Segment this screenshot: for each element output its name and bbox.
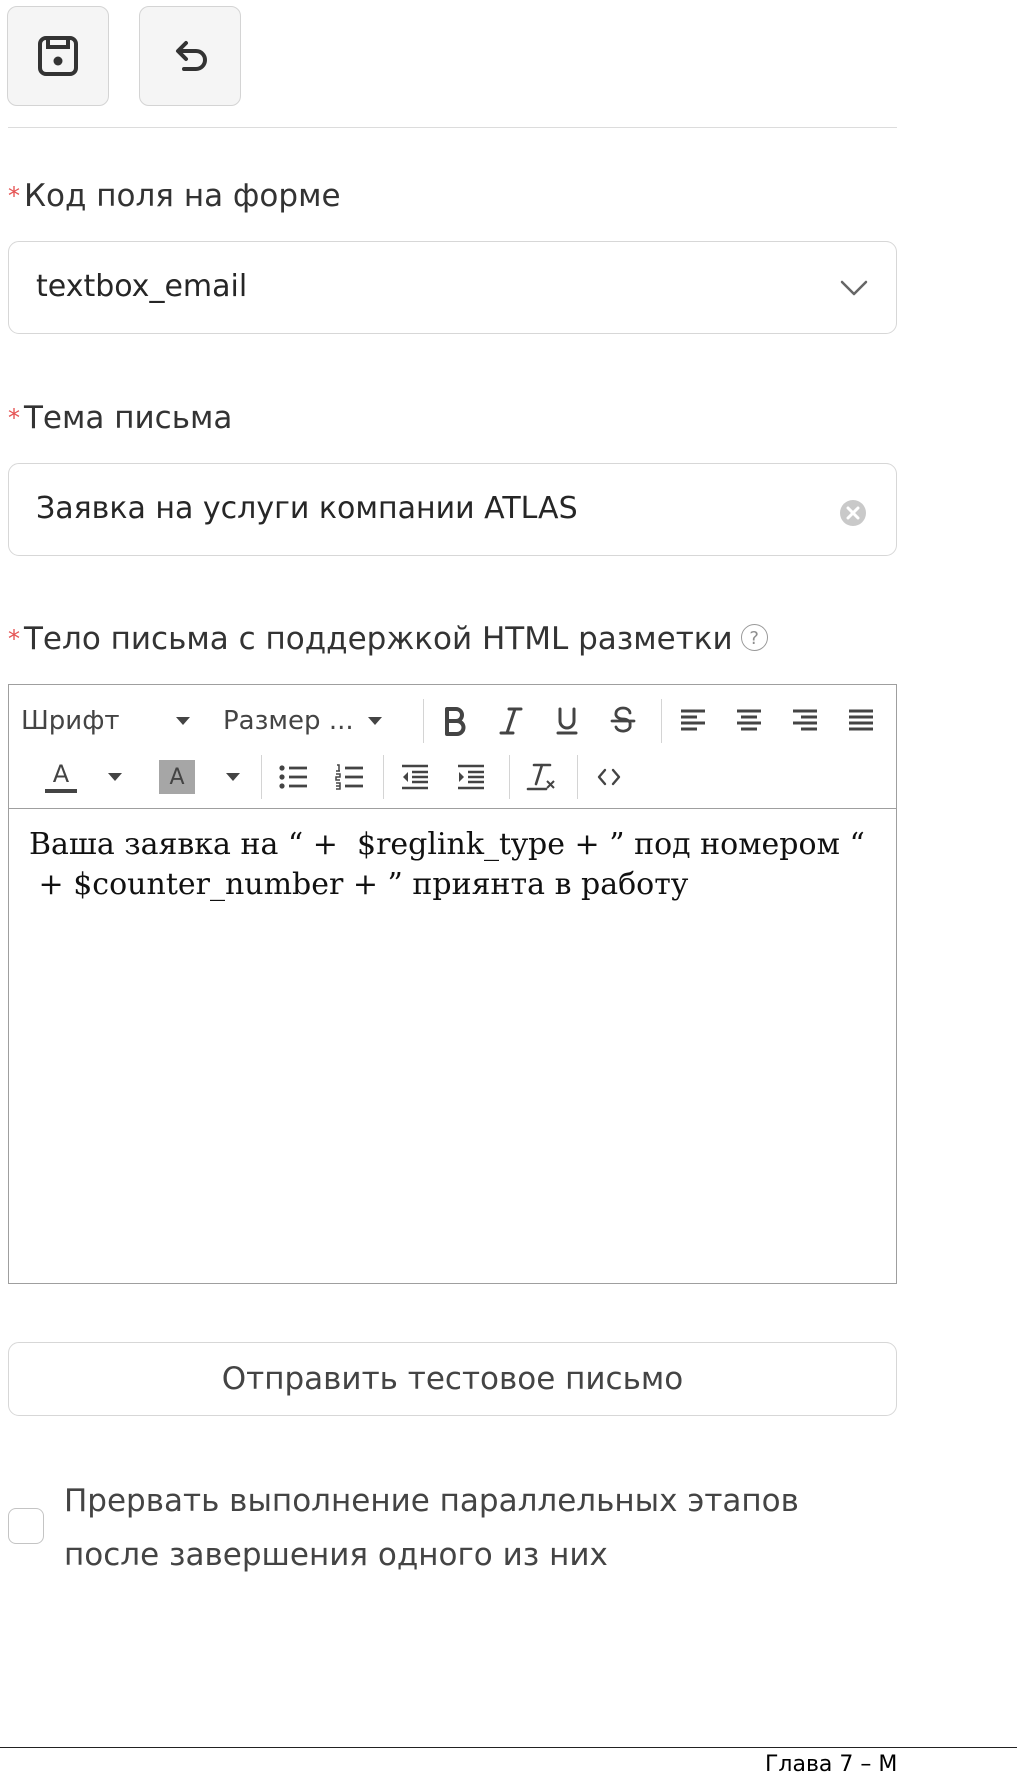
source-code-button[interactable] [587,749,631,805]
save-button[interactable] [7,6,109,106]
align-justify-button[interactable] [839,693,883,749]
chapter-caption: Глава 7 – М [765,1752,898,1777]
background-color-icon: A [159,760,195,794]
toolbar-separator [509,755,510,799]
text-color-button[interactable]: A [39,749,83,805]
field-code-label: * Код поля на форме [8,178,341,214]
send-test-email-button[interactable]: Отправить тестовое письмо [8,1342,897,1416]
font-family-dropdown[interactable]: Шрифт [21,693,201,749]
editor-toolbar-row-1: Шрифт Размер ... [9,693,896,749]
checkbox-label-line-1: Прервать выполнение параллельных этапов [64,1483,799,1519]
code-icon [597,768,621,786]
required-marker: * [8,404,20,432]
field-code-select[interactable]: textbox_email [8,241,897,334]
chevron-down-icon [840,280,868,296]
required-marker: * [8,182,20,210]
body-label: * Тело письма с поддержкой HTML разметки? [8,619,768,659]
rich-text-editor: Шрифт Размер ... A A Ваша заявка на “ + … [8,684,897,1284]
font-size-dropdown[interactable]: Размер ... [223,693,413,749]
bold-button[interactable] [433,693,477,749]
align-right-button[interactable] [783,693,827,749]
italic-icon [499,707,523,735]
toolbar-separator [423,699,424,743]
field-code-value: textbox_email [36,269,248,304]
text-color-dropdown[interactable] [103,749,127,805]
editor-toolbar-row-2: A A [9,749,896,805]
caret-down-icon [108,773,122,781]
outdent-button[interactable] [393,749,437,805]
numbered-list-button[interactable] [327,749,371,805]
toolbar-separator [661,699,662,743]
numbered-list-icon [335,764,363,790]
strikethrough-button[interactable] [601,693,645,749]
subject-label: * Тема письма [8,400,233,436]
strikethrough-icon [610,706,636,733]
subject-input[interactable]: Заявка на услуги компании ATLAS [8,463,897,556]
undo-icon [176,41,207,71]
page-bottom-rule [0,1747,1017,1748]
toolbar-separator [577,755,578,799]
help-icon[interactable]: ? [740,624,768,651]
align-justify-icon [849,709,873,731]
underline-icon [556,707,578,735]
required-marker: * [8,625,20,653]
background-color-button[interactable]: A [155,749,199,805]
align-left-button[interactable] [671,693,715,749]
background-color-dropdown[interactable] [221,749,245,805]
text-color-swatch [45,789,77,793]
caret-down-icon [367,717,382,725]
align-center-icon [737,709,761,731]
indent-button[interactable] [449,749,493,805]
clear-formatting-icon [526,763,555,791]
toolbar-separator [383,755,384,799]
outdent-icon [402,764,428,790]
text-color-icon: A [52,760,70,788]
checkbox-label-line-2: после завершения одного из них [64,1537,608,1573]
editor-toolbar-border [9,808,896,809]
italic-button[interactable] [489,693,533,749]
subject-value: Заявка на услуги компании ATLAS [36,491,578,526]
save-icon [38,36,78,76]
bold-icon [445,707,466,736]
align-center-button[interactable] [727,693,771,749]
underline-button[interactable] [545,693,589,749]
clear-formatting-button[interactable] [519,749,563,805]
bulleted-list-button[interactable] [271,749,315,805]
caret-down-icon [226,773,240,781]
interrupt-parallel-checkbox[interactable] [8,1508,44,1544]
caret-down-icon [175,717,190,725]
align-left-icon [681,709,705,731]
toolbar-separator [261,755,262,799]
editor-content-area[interactable]: Ваша заявка на “ + $reglink_type + ” под… [29,825,876,905]
clear-icon[interactable] [838,498,868,528]
align-right-icon [793,709,817,731]
indent-icon [458,764,484,790]
bulleted-list-icon [279,765,307,789]
undo-button[interactable] [139,6,241,106]
toolbar-divider [8,127,897,128]
